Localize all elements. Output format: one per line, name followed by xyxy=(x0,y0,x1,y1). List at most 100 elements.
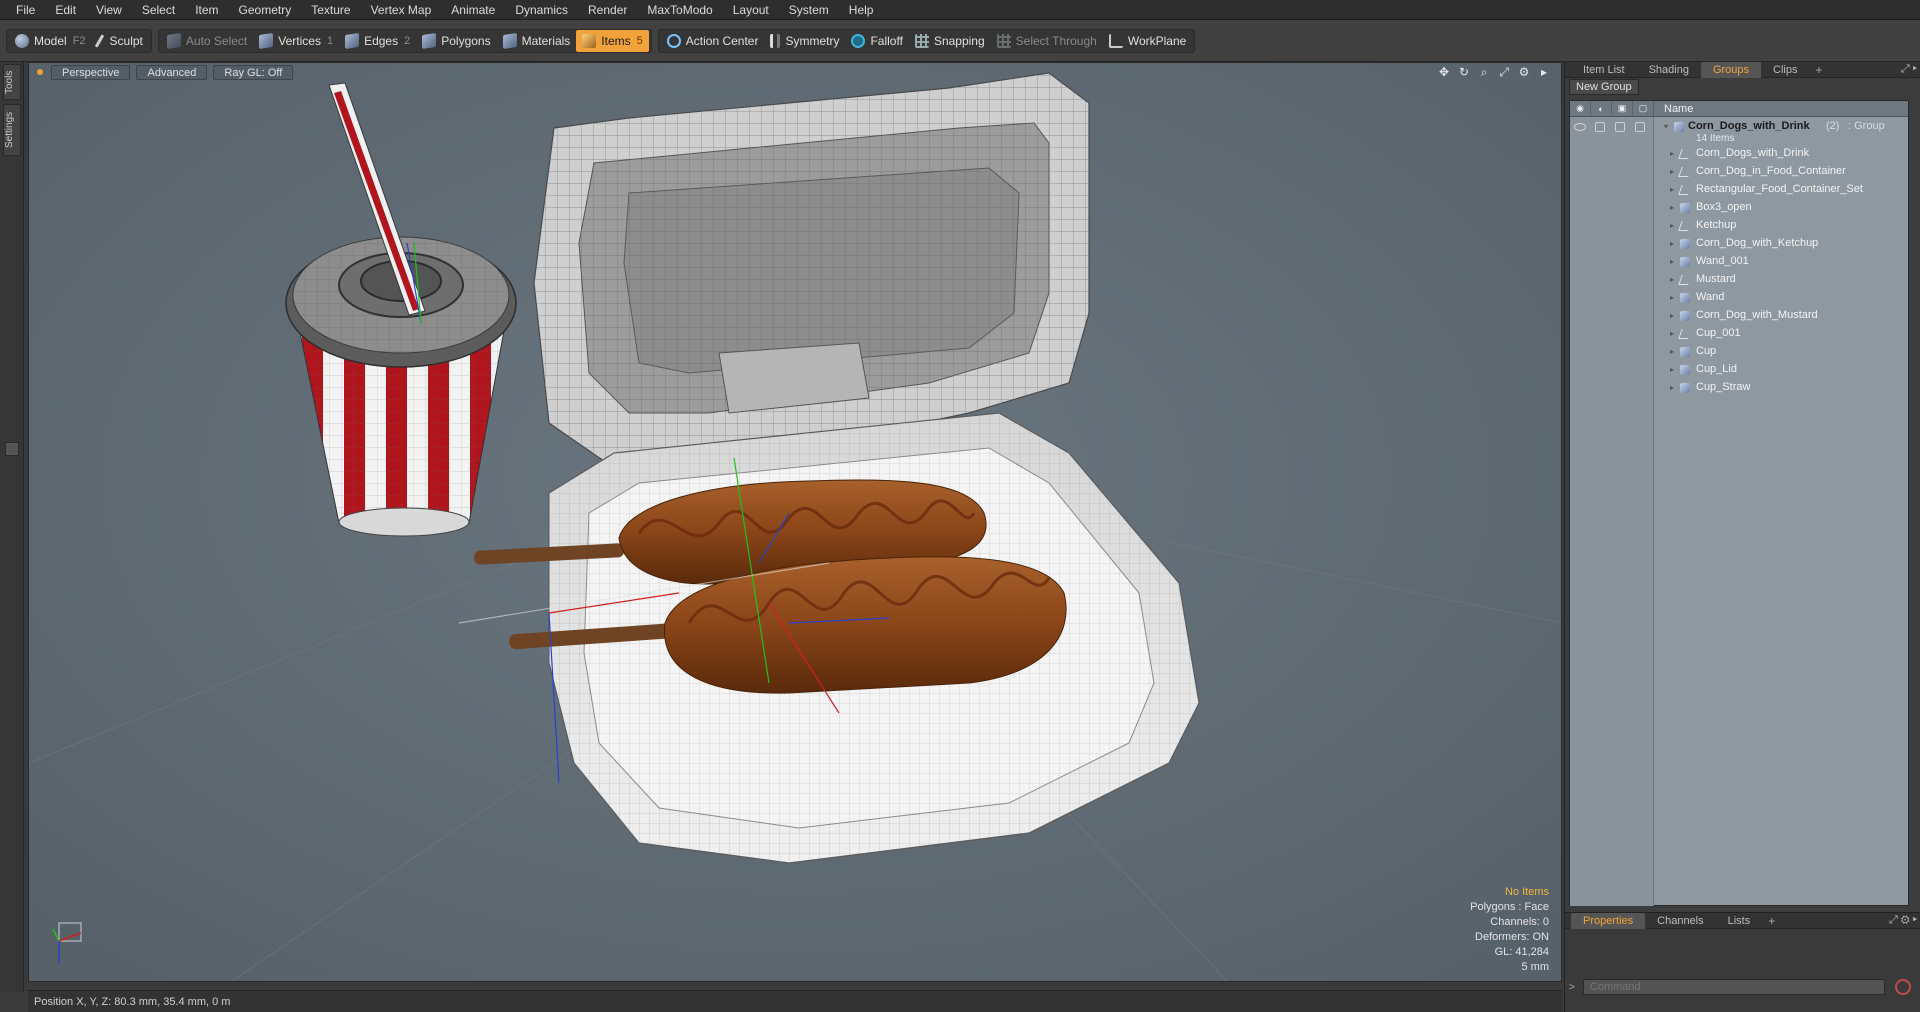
new-group-button[interactable]: New Group xyxy=(1569,79,1639,95)
tools-tab[interactable]: Tools xyxy=(3,64,21,100)
menu-file[interactable]: File xyxy=(6,0,45,20)
group-item-row[interactable]: ▸ Corn_Dog_with_Mustard xyxy=(1570,307,1908,325)
bottom-panel-tools-icon[interactable]: ⤢ ⚙ ▸ xyxy=(1889,914,1917,927)
select-through-button[interactable]: Select Through xyxy=(991,30,1103,52)
action-center-button[interactable]: Action Center xyxy=(661,30,765,52)
group-item-row[interactable]: ▸ Cup_Straw xyxy=(1570,379,1908,397)
expand-arrow-icon[interactable]: ▸ xyxy=(1670,257,1674,266)
sculpt-button[interactable]: Sculpt xyxy=(92,30,149,52)
auto-select-button[interactable]: Auto Select xyxy=(161,30,253,52)
group-item-row[interactable]: ▸ Rectangular_Food_Container_Set xyxy=(1570,181,1908,199)
strip-toggle-button[interactable] xyxy=(5,442,19,456)
tab-item-list[interactable]: Item List xyxy=(1571,62,1637,78)
shading-dropdown[interactable]: Advanced xyxy=(136,64,208,80)
add-tab-icon[interactable]: + xyxy=(1809,63,1828,77)
model-button[interactable]: Model F2 xyxy=(9,30,92,52)
menu-help[interactable]: Help xyxy=(839,0,884,20)
expand-arrow-icon[interactable]: ▸ xyxy=(1670,383,1674,392)
gear-icon[interactable]: ⚙ xyxy=(1517,65,1531,79)
expand-arrow-icon[interactable]: ▸ xyxy=(1670,167,1674,176)
menu-view[interactable]: View xyxy=(86,0,132,20)
menu-system[interactable]: System xyxy=(779,0,839,20)
raygl-toggle[interactable]: Ray GL: Off xyxy=(213,64,294,80)
group-item-row[interactable]: ▸ Mustard xyxy=(1570,271,1908,289)
falloff-label: Falloff xyxy=(870,33,903,48)
mesh-icon xyxy=(1680,239,1690,249)
vertices-shortcut: 1 xyxy=(326,34,334,47)
select-toggle-icon[interactable] xyxy=(1635,122,1645,132)
arrow-right-icon[interactable]: ▸ xyxy=(1537,65,1551,79)
polygons-button[interactable]: Polygons xyxy=(416,30,496,52)
group-item-row[interactable]: ▸ Cup_Lid xyxy=(1570,361,1908,379)
expand-arrow-icon[interactable]: ▸ xyxy=(1670,185,1674,194)
group-item-row[interactable]: ▸ Ketchup xyxy=(1570,217,1908,235)
group-item-row[interactable]: ▸ Cup_001 xyxy=(1570,325,1908,343)
zoom-icon[interactable]: ⌕ xyxy=(1477,65,1491,79)
symmetry-button[interactable]: Symmetry xyxy=(764,30,845,52)
expand-arrow-icon[interactable]: ▸ xyxy=(1670,311,1674,320)
name-column-header[interactable]: Name xyxy=(1654,103,1693,115)
tab-groups[interactable]: Groups xyxy=(1700,61,1762,78)
view-mode-dropdown[interactable]: Perspective xyxy=(51,64,131,80)
collapse-arrow-icon[interactable]: ▾ xyxy=(1664,122,1668,131)
add-bottom-tab-icon[interactable]: + xyxy=(1762,914,1781,928)
group-item-row[interactable]: ▸ Wand xyxy=(1570,289,1908,307)
expand-arrow-icon[interactable]: ▸ xyxy=(1670,203,1674,212)
menu-layout[interactable]: Layout xyxy=(723,0,779,20)
maximize-icon[interactable]: ⤢ xyxy=(1497,65,1511,79)
expand-arrow-icon[interactable]: ▸ xyxy=(1670,149,1674,158)
expand-arrow-icon[interactable]: ▸ xyxy=(1670,329,1674,338)
group-item-row[interactable]: ▸ Box3_open xyxy=(1570,199,1908,217)
expand-arrow-icon[interactable]: ▸ xyxy=(1670,239,1674,248)
command-history-icon[interactable] xyxy=(1894,979,1911,995)
menu-dynamics[interactable]: Dynamics xyxy=(505,0,578,20)
panel-expand-icon[interactable]: ⤢ ▸ xyxy=(1901,63,1917,76)
menu-maxtomodo[interactable]: MaxToModo xyxy=(637,0,722,20)
expand-arrow-icon[interactable]: ▸ xyxy=(1670,221,1674,230)
group-item-row[interactable]: ▸ Wand_001 xyxy=(1570,253,1908,271)
tab-lists[interactable]: Lists xyxy=(1716,913,1763,929)
materials-button[interactable]: Materials xyxy=(497,30,577,52)
eye-icon[interactable] xyxy=(1574,123,1586,131)
tab-clips[interactable]: Clips xyxy=(1761,62,1809,78)
menu-item[interactable]: Item xyxy=(185,0,228,20)
menu-render[interactable]: Render xyxy=(578,0,637,20)
group-item-row[interactable]: ▸ Corn_Dogs_with_Drink xyxy=(1570,145,1908,163)
lock-toggle-icon[interactable] xyxy=(1615,122,1625,132)
vertices-button[interactable]: Vertices 1 xyxy=(253,30,339,52)
symmetry-label: Symmetry xyxy=(785,33,840,48)
menu-texture[interactable]: Texture xyxy=(301,0,360,20)
rotate-icon[interactable]: ↻ xyxy=(1457,65,1471,79)
left-tool-strip: Tools Settings xyxy=(0,62,24,992)
snapping-button[interactable]: Snapping xyxy=(909,30,991,52)
menu-vertex-map[interactable]: Vertex Map xyxy=(361,0,442,20)
menu-animate[interactable]: Animate xyxy=(441,0,505,20)
expand-arrow-icon[interactable]: ▸ xyxy=(1670,275,1674,284)
menu-select[interactable]: Select xyxy=(132,0,185,20)
expand-arrow-icon[interactable]: ▸ xyxy=(1670,347,1674,356)
3d-viewport[interactable]: Perspective Advanced Ray GL: Off ✥ ↻ ⌕ ⤢… xyxy=(28,62,1562,982)
expand-arrow-icon[interactable]: ▸ xyxy=(1670,293,1674,302)
select-through-label: Select Through xyxy=(1015,33,1097,48)
tab-channels[interactable]: Channels xyxy=(1645,913,1715,929)
symmetry-icon xyxy=(770,33,781,48)
group-row[interactable]: ▾ Corn_Dogs_with_Drink (2) : Group 14 It… xyxy=(1570,119,1908,145)
items-button[interactable]: Items 5 xyxy=(576,29,649,52)
tab-properties[interactable]: Properties xyxy=(1571,912,1646,929)
scene-canvas[interactable] xyxy=(29,63,1562,982)
group-item-row[interactable]: ▸ Corn_Dog_in_Food_Container xyxy=(1570,163,1908,181)
menu-geometry[interactable]: Geometry xyxy=(229,0,302,20)
pan-icon[interactable]: ✥ xyxy=(1437,65,1451,79)
group-item-row[interactable]: ▸ Corn_Dog_with_Ketchup xyxy=(1570,235,1908,253)
groups-tree[interactable]: ◉ ◐ ▣ ▢ Name ▾ Corn_Dogs_with_Drink (2) … xyxy=(1569,100,1909,906)
menu-edit[interactable]: Edit xyxy=(45,0,86,20)
edges-button[interactable]: Edges 2 xyxy=(339,30,416,52)
workplane-button[interactable]: WorkPlane xyxy=(1103,30,1192,52)
render-toggle-icon[interactable] xyxy=(1595,122,1605,132)
group-item-row[interactable]: ▸ Cup xyxy=(1570,343,1908,361)
settings-tab[interactable]: Settings xyxy=(3,104,21,156)
expand-arrow-icon[interactable]: ▸ xyxy=(1670,365,1674,374)
tab-shading[interactable]: Shading xyxy=(1637,62,1701,78)
falloff-button[interactable]: Falloff xyxy=(845,30,908,52)
command-input[interactable] xyxy=(1582,979,1885,995)
